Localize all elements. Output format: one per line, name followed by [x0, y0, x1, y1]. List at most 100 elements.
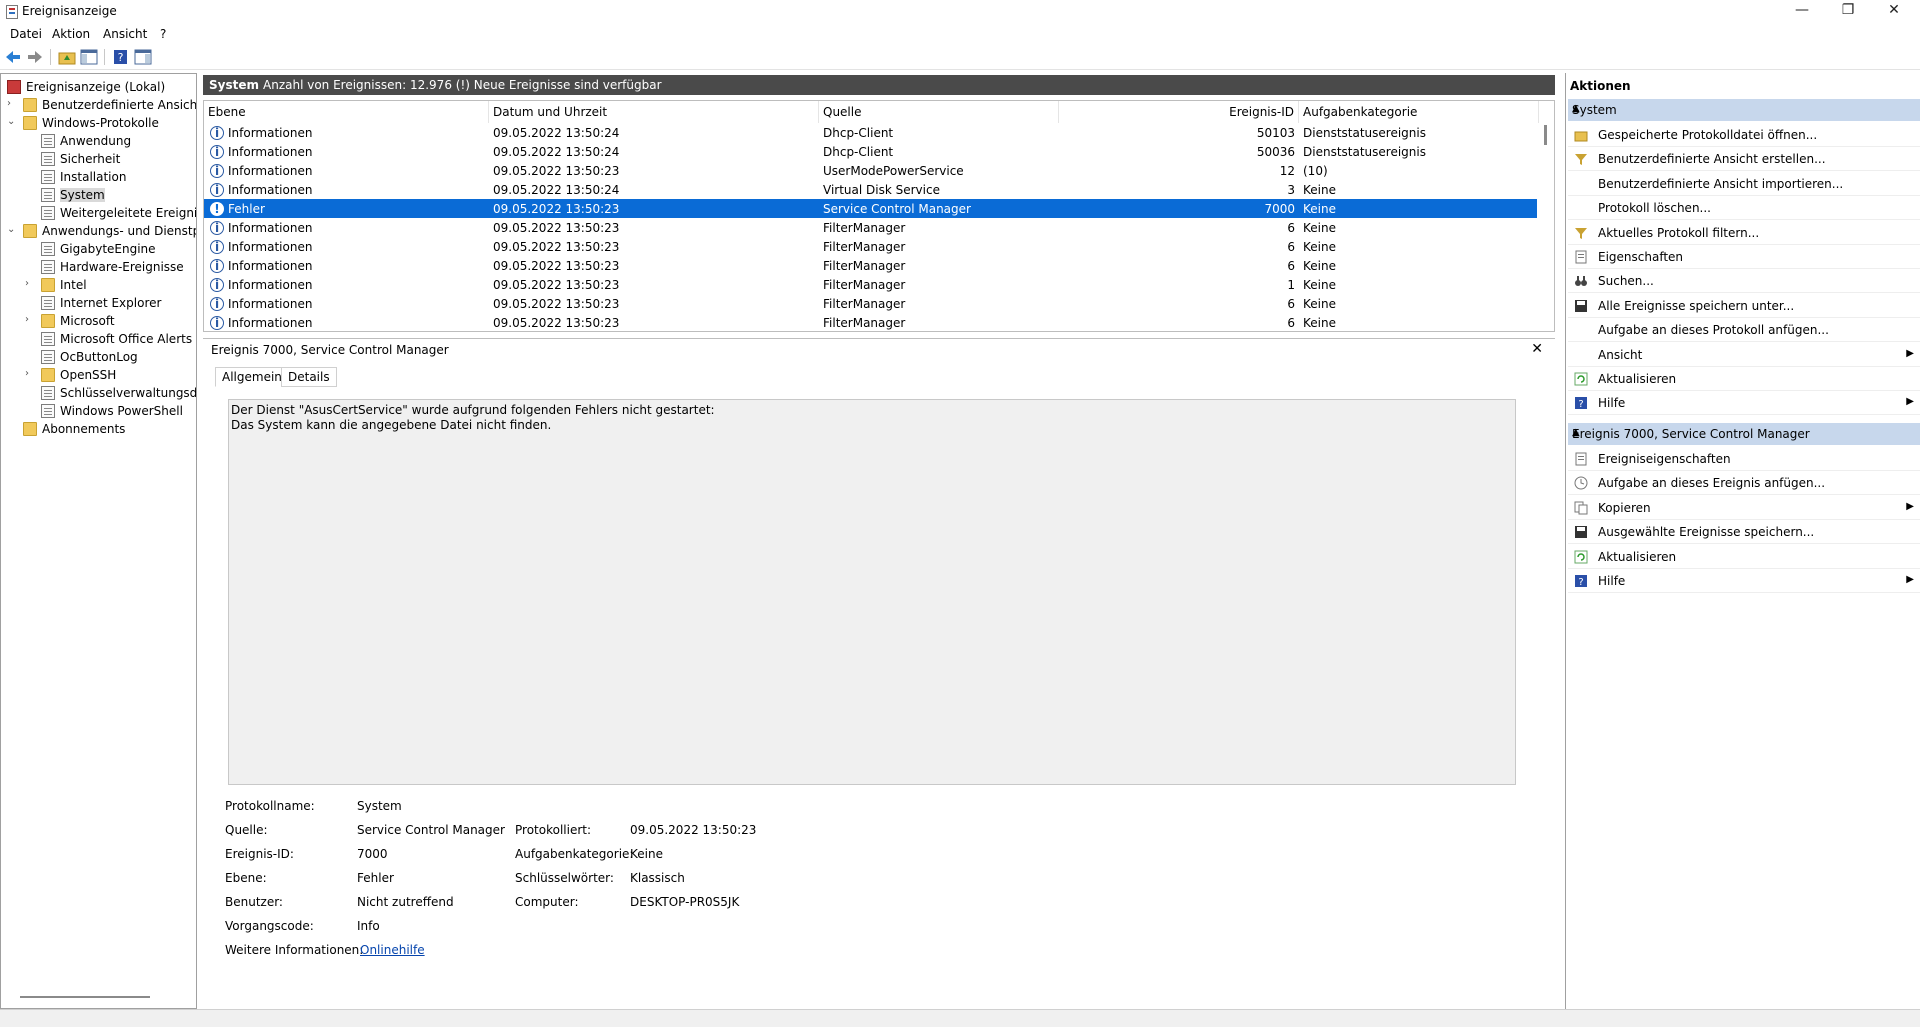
chevron-down-icon[interactable]: ⌄ [7, 117, 17, 127]
action-label: Benutzerdefinierte Ansicht importieren..… [1598, 176, 1844, 191]
tree-item[interactable]: Abonnements [1, 420, 196, 438]
action-item[interactable]: Suchen... [1568, 269, 1920, 294]
column-header-datum[interactable]: Datum und Uhrzeit [489, 101, 819, 123]
tree-item[interactable]: Weitergeleitete Ereignisse [1, 204, 196, 222]
folder-icon [41, 314, 55, 328]
action-item[interactable]: Ereigniseigenschaften [1568, 447, 1920, 471]
event-viewer-icon [7, 80, 21, 94]
show-hide-action-pane-icon[interactable] [134, 49, 152, 65]
tree-item[interactable]: Schlüsselverwaltungsdienst [1, 384, 196, 402]
event-list-scrollbar[interactable] [1537, 123, 1554, 331]
menu-ansicht[interactable]: Ansicht [103, 27, 147, 41]
minimize-button[interactable]: — [1780, 0, 1824, 22]
chevron-right-icon[interactable]: › [25, 279, 35, 289]
menu-aktion[interactable]: Aktion [52, 27, 90, 41]
tree-item[interactable]: ⌄ Anwendungs- und Dienstprotokolle [1, 222, 196, 240]
maximize-button[interactable]: ❐ [1826, 0, 1870, 22]
tree-item[interactable]: › Microsoft [1, 312, 196, 330]
column-header-aufgabenkategorie[interactable]: Aufgabenkategorie [1299, 101, 1539, 123]
chevron-up-icon[interactable]: ▲ [1572, 103, 1910, 114]
action-item[interactable]: ? Hilfe ▶ [1568, 391, 1920, 416]
table-row[interactable]: i Informationen 09.05.2022 13:50:24 Dhcp-Cl… [204, 142, 1538, 161]
action-item[interactable]: Benutzerdefinierte Ansicht importieren..… [1568, 172, 1920, 196]
table-row[interactable]: i Informationen 09.05.2022 13:50:24 Dhcp-Cl… [204, 123, 1538, 142]
tree-item[interactable]: Anwendung [1, 132, 196, 150]
scrollbar-thumb[interactable] [1544, 125, 1547, 145]
tree-item[interactable]: Hardware-Ereignisse [1, 258, 196, 276]
tree-horizontal-scrollbar[interactable] [20, 996, 150, 998]
chevron-right-icon[interactable]: › [7, 99, 17, 109]
action-item[interactable]: Alle Ereignisse speichern unter... [1568, 294, 1920, 318]
table-row[interactable]: i Informationen 09.05.2022 13:50:24 Virtual… [204, 180, 1538, 199]
tree-item[interactable]: OcButtonLog [1, 348, 196, 366]
menu-help[interactable]: ? [160, 27, 166, 41]
column-header-quelle[interactable]: Quelle [819, 101, 1059, 123]
close-icon[interactable]: ✕ [1531, 341, 1543, 357]
menu-datei[interactable]: Datei [10, 27, 42, 41]
table-row[interactable]: i Informationen 09.05.2022 13:50:23 FilterM… [204, 313, 1538, 331]
info-icon: i [210, 164, 224, 178]
value-quelle: Service Control Manager [357, 823, 505, 837]
tree-item[interactable]: System [1, 186, 196, 204]
chevron-right-icon[interactable]: › [25, 369, 35, 379]
tree-item[interactable]: GigabyteEngine [1, 240, 196, 258]
action-item[interactable]: ? Hilfe ▶ [1568, 569, 1920, 593]
tree-item[interactable]: Windows PowerShell [1, 402, 196, 420]
table-row[interactable]: i Informationen 09.05.2022 13:50:23 FilterM… [204, 237, 1538, 256]
tree-item[interactable]: Sicherheit [1, 150, 196, 168]
action-item[interactable]: Aktuelles Protokoll filtern... [1568, 221, 1920, 245]
tab-details[interactable]: Details [281, 367, 337, 387]
action-item[interactable]: Aufgabe an dieses Ereignis anfügen... [1568, 471, 1920, 496]
action-item[interactable]: Aktualisieren [1568, 545, 1920, 569]
tree-item[interactable]: Internet Explorer [1, 294, 196, 312]
table-row[interactable]: i Informationen 09.05.2022 13:50:23 FilterM… [204, 294, 1538, 313]
chevron-up-icon[interactable]: ▲ [1572, 427, 1910, 438]
chevron-down-icon[interactable]: ⌄ [7, 225, 17, 235]
tree-item[interactable]: › Intel [1, 276, 196, 294]
folder-up-icon[interactable] [58, 49, 76, 65]
cell-level: Informationen [228, 221, 313, 235]
action-item[interactable]: Aufgabe an dieses Protokoll anfügen... [1568, 318, 1920, 343]
action-item[interactable]: Eigenschaften [1568, 245, 1920, 269]
table-row[interactable]: ! Fehler 09.05.2022 13:50:23 Service Contro… [204, 199, 1538, 218]
cell-category: Dienststatusereignis [1303, 145, 1426, 159]
tree-item[interactable]: › Benutzerdefinierte Ansichten [1, 96, 196, 114]
tree-item[interactable]: Installation [1, 168, 196, 186]
table-row[interactable]: i Informationen 09.05.2022 13:50:23 FilterM… [204, 256, 1538, 275]
binoculars-icon [1575, 276, 1587, 287]
value-benutzer: Nicht zutreffend [357, 895, 454, 909]
action-item[interactable]: Aktualisieren [1568, 367, 1920, 391]
log-name: System [209, 78, 259, 92]
online-help-link[interactable]: Onlinehilfe [360, 943, 425, 957]
table-row[interactable]: i Informationen 09.05.2022 13:50:23 FilterM… [204, 275, 1538, 294]
show-hide-tree-icon[interactable] [80, 49, 98, 65]
properties-icon [1575, 452, 1587, 466]
action-group-header[interactable]: Ereignis 7000, Service Control Manager ▲ [1568, 423, 1920, 445]
cell-date: 09.05.2022 13:50:23 [493, 278, 620, 292]
action-item[interactable]: Ausgewählte Ereignisse speichern... [1568, 520, 1920, 545]
help-icon[interactable]: ? [112, 49, 130, 65]
chevron-right-icon: ▶ [1906, 396, 1914, 408]
action-group-header[interactable]: System ▲ [1568, 99, 1920, 121]
tree-item[interactable]: ⌄ Windows-Protokolle [1, 114, 196, 132]
tab-allgemein[interactable]: Allgemein [215, 367, 289, 387]
action-item[interactable]: Benutzerdefinierte Ansicht erstellen... [1568, 147, 1920, 172]
table-row[interactable]: i Informationen 09.05.2022 13:50:23 FilterM… [204, 218, 1538, 237]
column-header-ereignis-id[interactable]: Ereignis-ID [1059, 101, 1299, 123]
close-button[interactable]: ✕ [1872, 0, 1916, 22]
tree-item[interactable]: Microsoft Office Alerts [1, 330, 196, 348]
tree-item[interactable]: Ereignisanzeige (Lokal) [1, 78, 196, 96]
forward-arrow-icon[interactable] [26, 49, 44, 65]
action-label: Kopieren [1598, 500, 1651, 515]
event-message[interactable]: Der Dienst "AsusCertService" wurde aufgr… [228, 399, 1516, 785]
cell-date: 09.05.2022 13:50:23 [493, 259, 620, 273]
column-header-ebene[interactable]: Ebene [204, 101, 489, 123]
action-item[interactable]: Protokoll löschen... [1568, 196, 1920, 221]
action-item[interactable]: Kopieren ▶ [1568, 496, 1920, 520]
table-row[interactable]: i Informationen 09.05.2022 13:50:23 UserMod… [204, 161, 1538, 180]
action-item[interactable]: Gespeicherte Protokolldatei öffnen... [1568, 123, 1920, 147]
action-item[interactable]: Ansicht ▶ [1568, 343, 1920, 367]
back-arrow-icon[interactable] [4, 49, 22, 65]
chevron-right-icon[interactable]: › [25, 315, 35, 325]
tree-item[interactable]: › OpenSSH [1, 366, 196, 384]
